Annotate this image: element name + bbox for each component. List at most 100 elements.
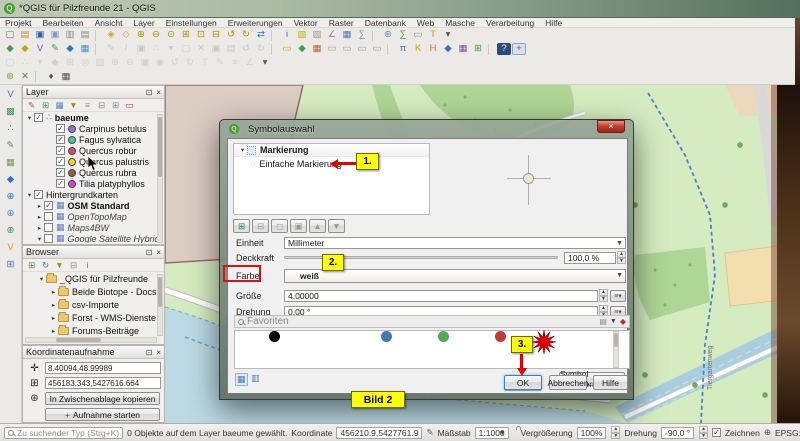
layer-tree-item[interactable]: ▾ ✓ Hintergrundkarten <box>23 189 164 200</box>
layer-tree-item[interactable]: ▸ ▦ Maps4BW <box>23 222 164 233</box>
list-view-toggle[interactable]: ▥ <box>250 373 261 384</box>
separator[interactable] <box>387 44 393 55</box>
layer-tree-item[interactable]: ▸ ✓ ▦ OSM Standard <box>23 200 164 211</box>
move-layer-down-icon[interactable]: ▼ <box>328 219 345 233</box>
expand-arrow-icon[interactable]: ▾ <box>25 114 34 122</box>
html-tools-icon[interactable]: H <box>426 43 440 55</box>
layer-checkbox[interactable]: ✓ <box>56 168 65 177</box>
rotate-feature-icon[interactable]: ◎ <box>78 57 92 69</box>
layer-tree-item[interactable]: ✓ Quercus robur <box>23 145 164 156</box>
highlight-labels-icon[interactable]: ▭ <box>325 43 339 55</box>
digitizing-dropdown-icon[interactable]: ▾ <box>33 57 47 69</box>
render-checkbox[interactable]: ✓ <box>712 428 721 437</box>
add-mesh-layer-icon[interactable]: ▦ <box>3 156 19 169</box>
wgs84-crs-icon[interactable]: ✛ <box>27 362 42 374</box>
select-features-icon[interactable]: ▧ <box>295 29 309 41</box>
menu-item[interactable]: Erweiterungen <box>228 18 283 28</box>
expand-arrow-icon[interactable]: ▸ <box>35 202 44 210</box>
filter-legend-icon[interactable]: ▼ <box>67 100 80 111</box>
crs-globe-icon[interactable]: ⊕ <box>764 427 771 438</box>
layer-tree-item[interactable]: ▾ ✓ ∴ baeume <box>23 112 164 123</box>
float-panel-icon[interactable]: ⊡ <box>146 348 153 357</box>
python-console-icon[interactable]: π <box>396 43 410 55</box>
move-label-icon[interactable]: ▭ <box>340 43 354 55</box>
digitizing-more-icon[interactable]: ▾ <box>258 57 272 69</box>
rotate-label-icon[interactable]: ▭ <box>355 43 369 55</box>
close-panel-icon[interactable]: × <box>156 88 161 97</box>
zoom-to-layer-icon[interactable]: ⊟ <box>209 29 223 41</box>
add-wms-layer-icon[interactable]: ⊕ <box>3 190 19 203</box>
float-panel-icon[interactable]: ⊡ <box>146 88 153 97</box>
layer-checkbox[interactable]: ✓ <box>44 201 53 210</box>
simplify-feature-icon[interactable]: ▧ <box>93 57 107 69</box>
add-gps-points-icon[interactable]: ∴ <box>3 122 19 135</box>
color-button[interactable]: weiß ▼ <box>284 269 626 283</box>
scale-combo[interactable]: 1:1000▼ <box>475 427 509 439</box>
new-geopackage-layer-icon[interactable]: ◆ <box>3 43 17 55</box>
image-export-icon[interactable]: ▦ <box>59 71 73 83</box>
add-ring-icon[interactable]: ⊕ <box>108 57 122 69</box>
layer-checkbox[interactable]: ✓ <box>56 179 65 188</box>
move-layer-up-icon[interactable]: ▲ <box>309 219 326 233</box>
saved-symbols-list[interactable] <box>234 330 630 369</box>
data-source-manager-icon[interactable]: V <box>3 88 19 101</box>
add-wfs-layer-icon[interactable]: ⊕ <box>3 224 19 237</box>
map-tips-icon[interactable]: ▭ <box>411 29 425 41</box>
layer-tree-item[interactable]: ✓ Fagus sylvatica <box>23 134 164 145</box>
close-panel-icon[interactable]: × <box>156 248 161 257</box>
expand-all-icon[interactable]: ⊟ <box>95 100 108 111</box>
trim-extend-icon[interactable]: ∠ <box>243 57 257 69</box>
delete-selected-icon[interactable]: ▢ <box>179 43 193 55</box>
add-postgis-layer-icon[interactable]: ◆ <box>3 173 19 186</box>
separator[interactable] <box>95 44 101 55</box>
plugin-grid-icon[interactable]: ▦ <box>456 43 470 55</box>
filter-expression-icon[interactable]: ≡ <box>81 100 94 111</box>
new-shapefile-layer-icon[interactable]: ◆ <box>18 43 32 55</box>
profile-tool-icon[interactable]: ♦ <box>44 71 58 83</box>
layer-tree-item[interactable]: ✓ Carpinus betulus <box>23 123 164 134</box>
spin-buttons[interactable]: ▲▼ <box>617 251 626 264</box>
open-layer-styling-icon[interactable]: ✎ <box>25 100 38 111</box>
spin-buttons[interactable]: ▲▼ <box>699 426 708 439</box>
refresh-map-icon[interactable]: ⇄ <box>254 29 268 41</box>
expand-arrow-icon[interactable]: ▸ <box>35 224 44 232</box>
locator-search-input[interactable]: Zu suchender Typ (Strg+K) <box>4 427 123 439</box>
save-project-as-icon[interactable]: ▣ <box>48 29 62 41</box>
help-plugin-icon[interactable]: ? <box>497 43 511 55</box>
rotation-spinbox[interactable]: -90,0 ° <box>661 427 694 439</box>
layer-checkbox[interactable]: ✓ <box>56 157 65 166</box>
project-crs-icon[interactable]: ⊞ <box>27 377 42 389</box>
add-symbol-layer-icon[interactable]: ⊞ <box>233 219 250 233</box>
float-panel-icon[interactable]: ⊡ <box>146 248 153 257</box>
separator[interactable] <box>271 44 277 55</box>
remove-symbol-layer-icon[interactable]: ⊟ <box>252 219 269 233</box>
pin-labels-icon[interactable]: ▦ <box>310 43 324 55</box>
expand-arrow-icon[interactable]: ▸ <box>49 288 58 296</box>
layout-manager-icon[interactable]: ▤ <box>78 29 92 41</box>
collapse-browser-icon[interactable]: ⊟ <box>67 260 80 271</box>
layer-tree-item[interactable]: ✓ Tilia platyphyllos <box>23 178 164 189</box>
add-spatialite-layer-icon[interactable]: ✎ <box>3 139 19 152</box>
text-annotation-icon[interactable]: T <box>426 29 440 41</box>
measure-icon[interactable]: ∠ <box>325 29 339 41</box>
plugin-add-layer-icon[interactable]: ⊞ <box>471 43 485 55</box>
copy-move-icon[interactable]: ⊞ <box>63 57 77 69</box>
dialog-titlebar[interactable]: Q Symbolauswahl <box>220 120 633 138</box>
window-titlebar[interactable]: Q *QGIS für Pilzfreunde 21 - QGIS <box>0 0 800 18</box>
chevron-down-icon[interactable]: ▼ <box>610 318 617 325</box>
cad-tools-icon[interactable]: ▢ <box>3 57 17 69</box>
zoom-native-icon[interactable]: ⊙ <box>164 29 178 41</box>
new-print-layout-icon[interactable]: ▥ <box>63 29 77 41</box>
statistical-summary-icon[interactable]: ∑ <box>396 29 410 41</box>
tag-icon[interactable]: ▤ <box>599 317 607 326</box>
pan-to-selection-icon[interactable]: ◇ <box>119 29 133 41</box>
new-virtual-layer-icon[interactable]: V <box>33 43 47 55</box>
zoom-last-icon[interactable]: ↺ <box>224 29 238 41</box>
menu-item[interactable]: Bearbeiten <box>42 18 83 28</box>
menu-item[interactable]: Verarbeitung <box>486 18 534 28</box>
collapse-all-icon[interactable]: ⊞ <box>109 100 122 111</box>
menu-item[interactable]: Raster <box>329 18 354 28</box>
new-temporary-layer-icon[interactable]: ◆ <box>63 43 77 55</box>
layer-checkbox[interactable]: ✓ <box>34 190 43 199</box>
save-layer-edits-icon[interactable]: ▣ <box>134 43 148 55</box>
